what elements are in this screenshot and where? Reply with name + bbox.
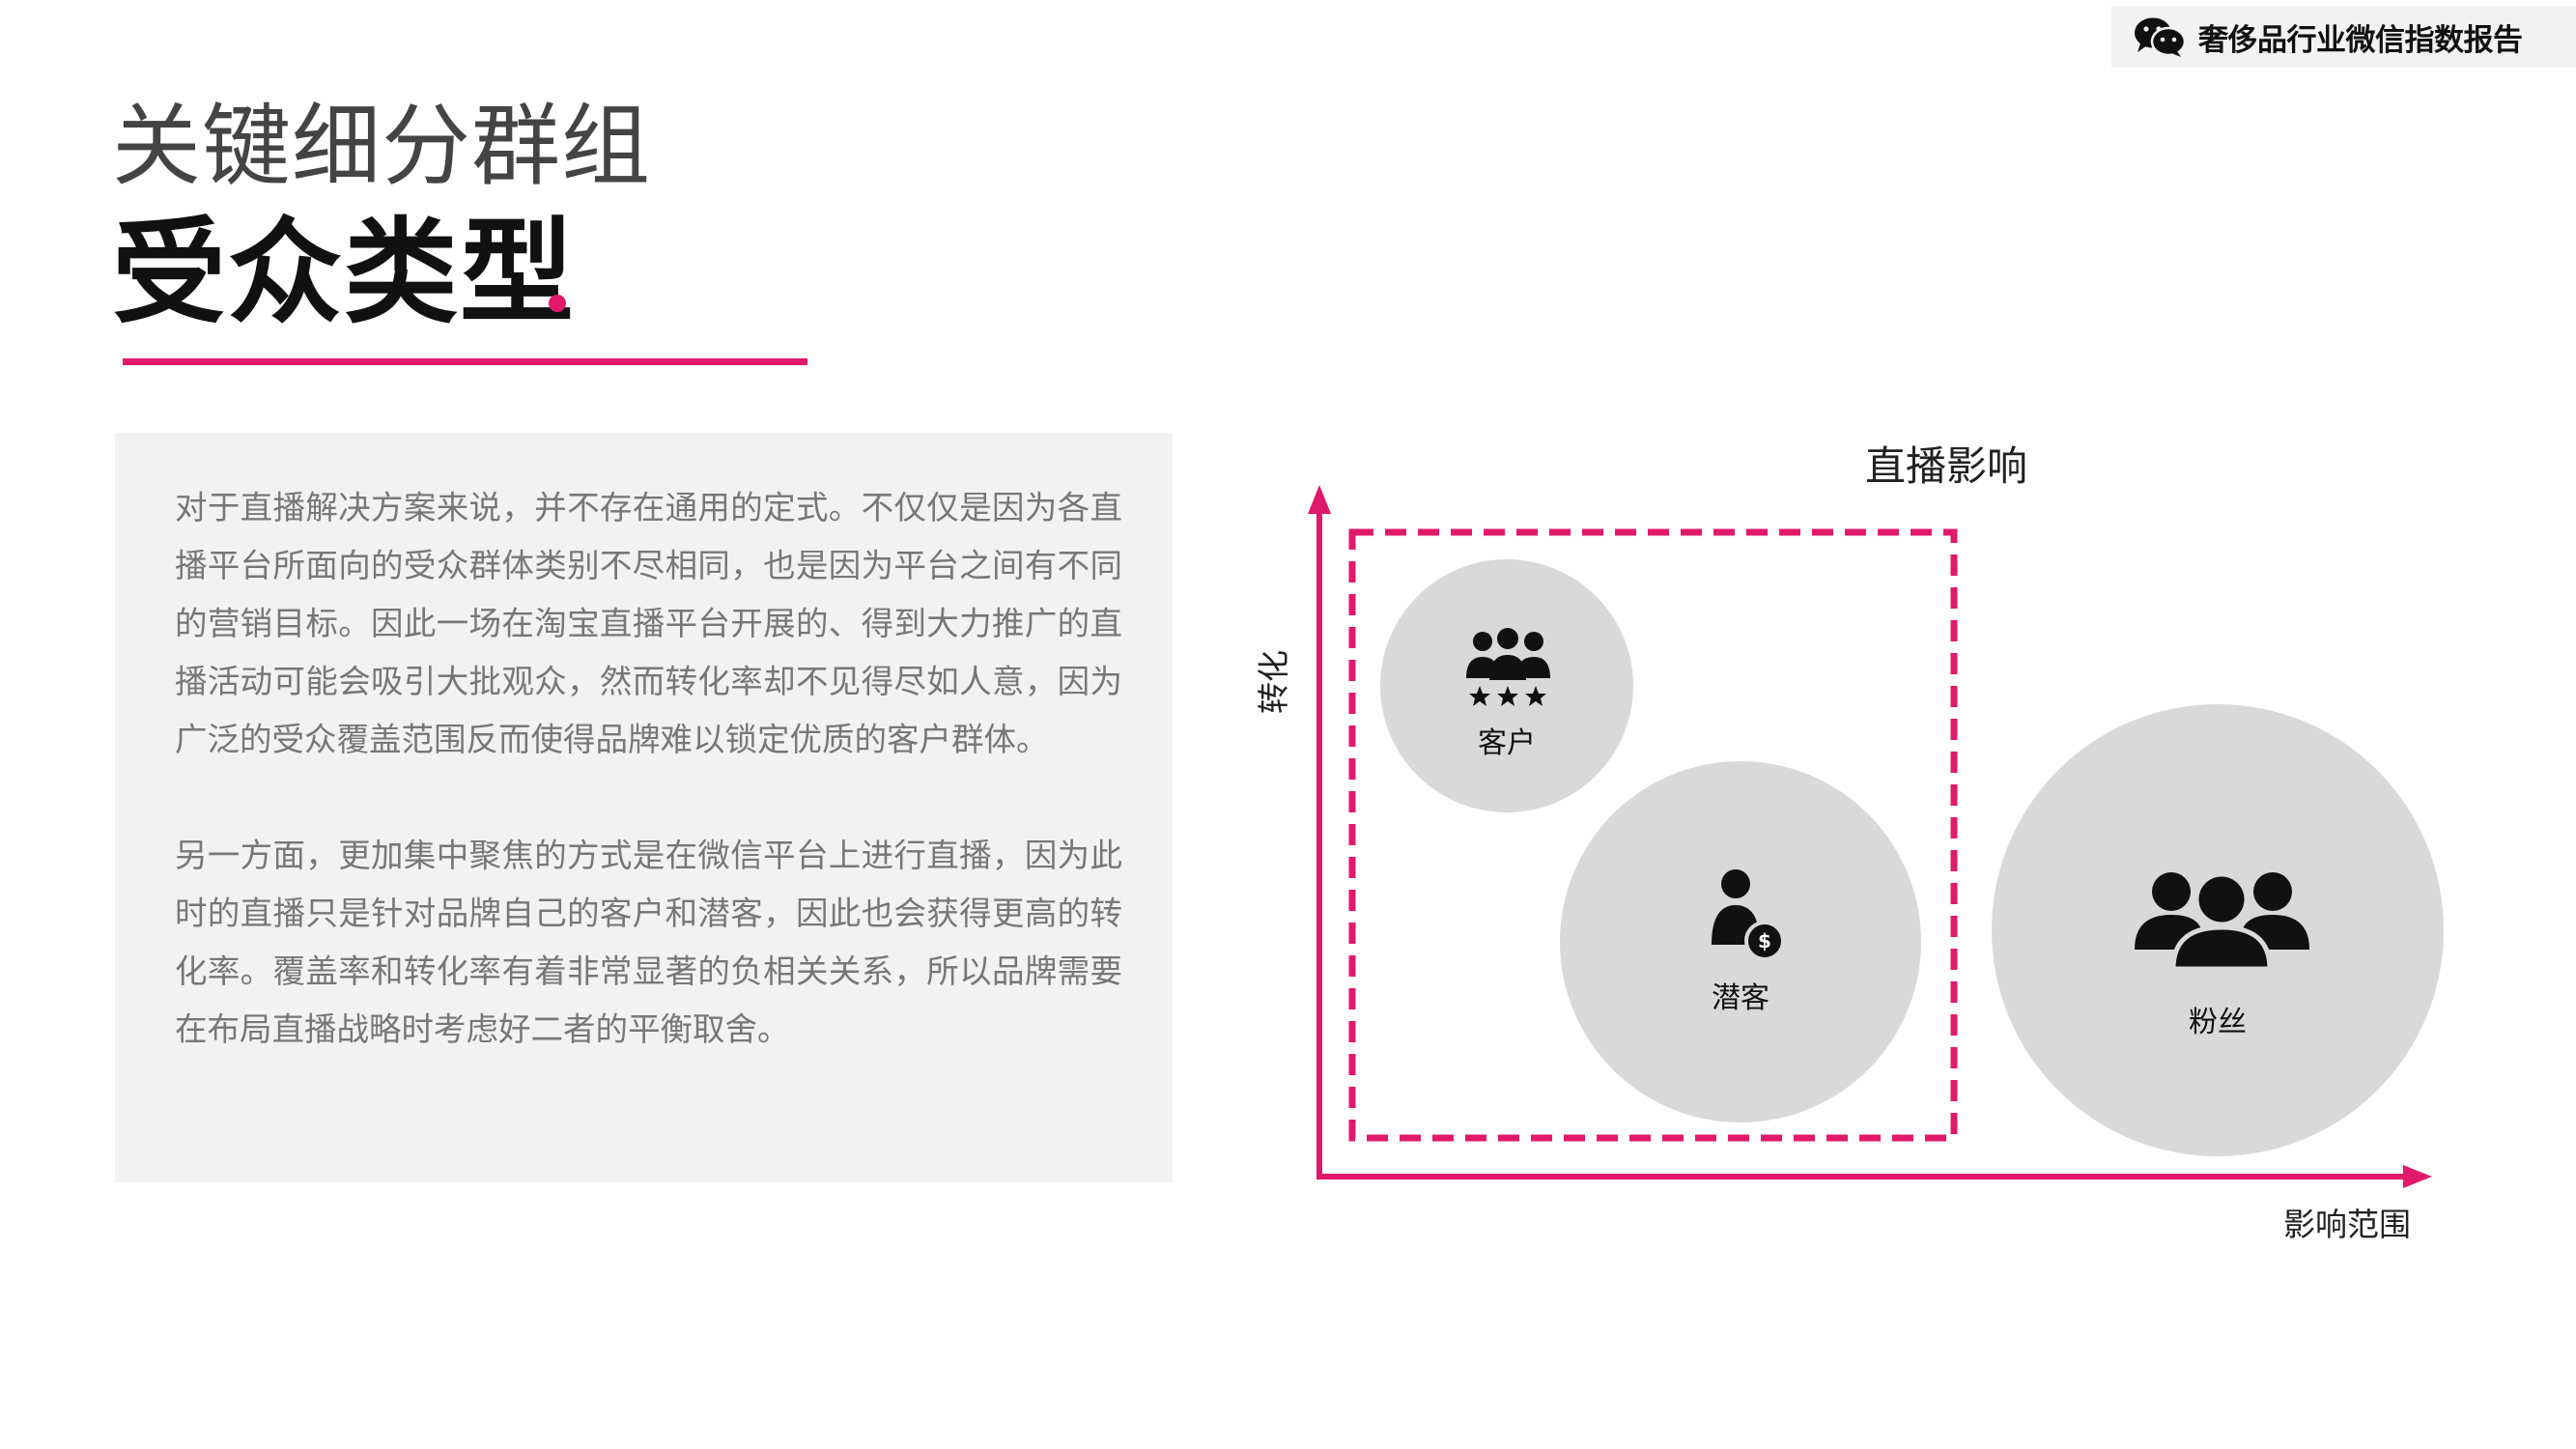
- y-axis-label: 转化: [1255, 650, 1292, 714]
- customers-stars-icon: [1466, 628, 1550, 706]
- audience-diagram: $ 直播影响 转化 影响范围 客户 潜客 粉丝: [1255, 442, 2444, 1243]
- prospects-label: 潜客: [1712, 981, 1769, 1015]
- svg-text:$: $: [1758, 929, 1771, 952]
- x-axis-label: 影响范围: [2283, 1206, 2411, 1243]
- fans-label: 粉丝: [2189, 1006, 2247, 1039]
- box-label: 直播影响: [1865, 442, 2027, 490]
- y-axis-arrowhead: [1308, 485, 1331, 514]
- x-axis-arrowhead: [2403, 1165, 2432, 1188]
- customers-label: 客户: [1478, 726, 1536, 760]
- customers-bubble: [1380, 559, 1633, 812]
